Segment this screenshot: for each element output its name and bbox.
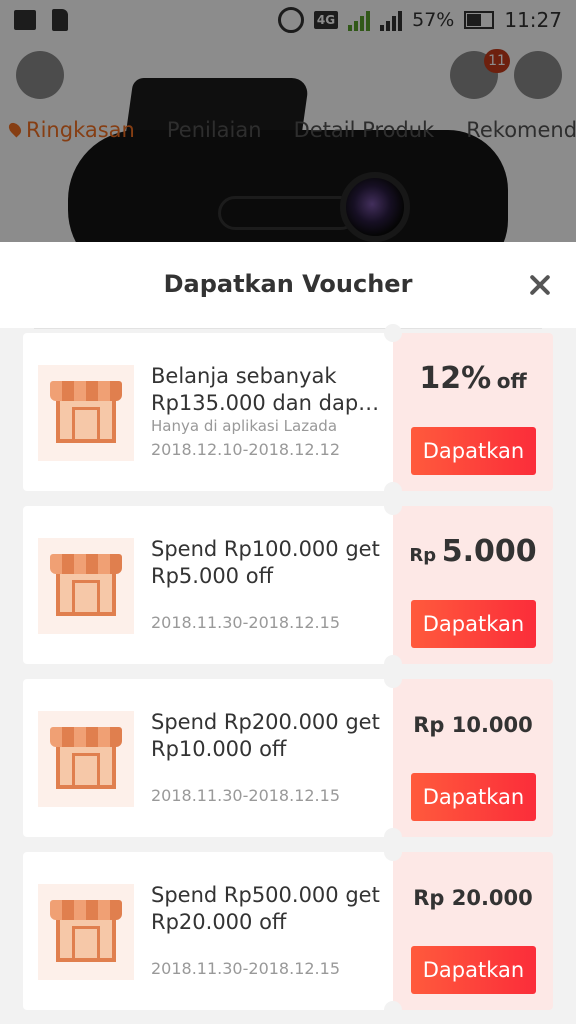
voucher-amount: Rp 20.000 bbox=[413, 886, 533, 910]
divider bbox=[34, 328, 542, 329]
voucher-amount-panel: Rp 20.000 Dapatkan bbox=[393, 852, 553, 1010]
store-icon bbox=[50, 900, 122, 962]
voucher-card: Belanja sebanyak Rp135.000 dan dapat… Ha… bbox=[23, 324, 553, 500]
sheet-title: Dapatkan Voucher bbox=[163, 270, 413, 298]
dapatkan-button[interactable]: Dapatkan bbox=[411, 773, 536, 821]
dapatkan-button[interactable]: Dapatkan bbox=[411, 600, 536, 648]
store-icon-tile bbox=[38, 884, 134, 980]
voucher-amount: Rp 5.000 bbox=[409, 534, 537, 569]
voucher-title: Belanja sebanyak Rp135.000 dan dapat… bbox=[151, 364, 383, 415]
voucher-amount: 12% off bbox=[419, 361, 527, 396]
voucher-amount-panel: Rp 10.000 Dapatkan bbox=[393, 679, 553, 837]
dapatkan-button[interactable]: Dapatkan bbox=[411, 427, 536, 475]
modal-backdrop[interactable] bbox=[0, 0, 576, 260]
voucher-info: Spend Rp500.000 get Rp20.000 off 2018.11… bbox=[23, 852, 393, 1010]
voucher-dates: 2018.11.30-2018.12.15 bbox=[151, 613, 340, 632]
store-icon bbox=[50, 381, 122, 443]
voucher-info: Belanja sebanyak Rp135.000 dan dapat… Ha… bbox=[23, 333, 393, 491]
store-icon-tile bbox=[38, 711, 134, 807]
product-page-background: 4G 57% 11:27 11 Ringkasan Penilaian Deta… bbox=[0, 0, 576, 260]
voucher-title: Spend Rp100.000 get Rp5.000 off bbox=[151, 537, 380, 588]
store-icon bbox=[50, 727, 122, 789]
voucher-note: Hanya di aplikasi Lazada bbox=[151, 417, 338, 435]
voucher-dates: 2018.12.10-2018.12.12 bbox=[151, 440, 340, 459]
voucher-amount-panel: 12% off Dapatkan bbox=[393, 333, 553, 491]
voucher-card: Spend Rp100.000 get Rp5.000 off 2018.11.… bbox=[23, 497, 553, 673]
voucher-info: Spend Rp200.000 get Rp10.000 off 2018.11… bbox=[23, 679, 393, 837]
sheet-header: Dapatkan Voucher bbox=[0, 242, 576, 328]
voucher-sheet: Dapatkan Voucher Belanja sebanyak Rp135.… bbox=[0, 242, 576, 1024]
voucher-dates: 2018.11.30-2018.12.15 bbox=[151, 959, 340, 978]
voucher-title: Spend Rp200.000 get Rp10.000 off bbox=[151, 710, 380, 761]
voucher-amount: Rp 10.000 bbox=[413, 713, 533, 737]
voucher-card: Spend Rp500.000 get Rp20.000 off 2018.11… bbox=[23, 843, 553, 1019]
store-icon-tile bbox=[38, 365, 134, 461]
voucher-amount-panel: Rp 5.000 Dapatkan bbox=[393, 506, 553, 664]
store-icon bbox=[50, 554, 122, 616]
close-icon[interactable] bbox=[527, 272, 553, 298]
store-icon-tile bbox=[38, 538, 134, 634]
voucher-card: Spend Rp200.000 get Rp10.000 off 2018.11… bbox=[23, 670, 553, 846]
voucher-info: Spend Rp100.000 get Rp5.000 off 2018.11.… bbox=[23, 506, 393, 664]
dapatkan-button[interactable]: Dapatkan bbox=[411, 946, 536, 994]
voucher-title: Spend Rp500.000 get Rp20.000 off bbox=[151, 883, 380, 934]
voucher-dates: 2018.11.30-2018.12.15 bbox=[151, 786, 340, 805]
